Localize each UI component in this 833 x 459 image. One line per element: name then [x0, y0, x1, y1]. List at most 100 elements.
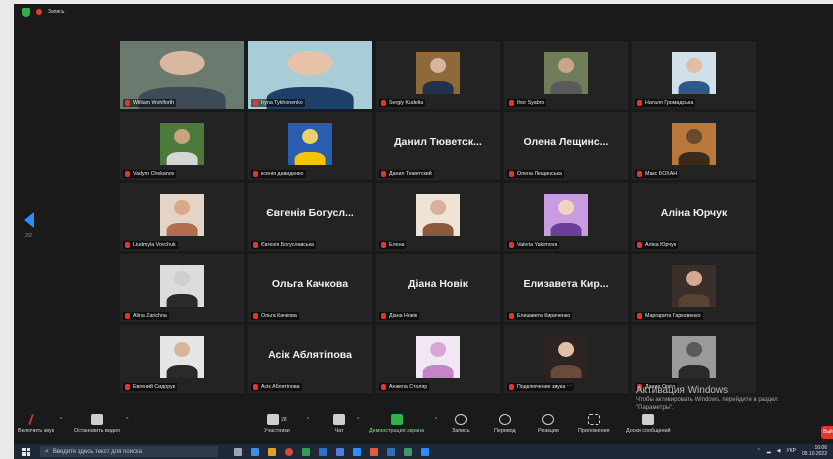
participant-name: Євгенія Богуславська [261, 242, 314, 248]
windows-start-icon[interactable] [22, 447, 30, 456]
participant-tile[interactable]: Ольга Качкова Ольга Качкова [248, 254, 372, 322]
reactions-button[interactable]: Реакции [538, 414, 559, 434]
end-meeting-button[interactable]: Вый [821, 426, 833, 439]
participant-name: Alina Zarichna [133, 313, 167, 319]
tray-chevron-icon[interactable]: ⌃ [757, 448, 761, 454]
participant-name: William Wohlforth [133, 100, 175, 106]
muted-mic-icon [253, 100, 258, 106]
participant-tile[interactable]: Alina Zarichna [120, 254, 244, 322]
participant-tile[interactable]: Данил Орёл [632, 325, 756, 393]
participant-video [160, 123, 204, 165]
participant-name-tag: Ольга Качкова [251, 312, 299, 320]
participant-tile[interactable]: Данил Тюветск... Данил Тюветский [376, 112, 500, 180]
participant-name: Елена [389, 242, 405, 248]
stop-video-label: Остановить видео [74, 428, 120, 434]
smiley-icon [542, 414, 555, 425]
network-icon[interactable]: ▂ [767, 448, 771, 454]
participant-name-tag: Асік Аблятіпова [251, 383, 302, 391]
apps-button[interactable]: Приложения [578, 414, 610, 434]
participant-tile[interactable]: Елизавета Кир... Елизавета Кириченко [504, 254, 628, 322]
taskbar-app-icon[interactable] [251, 447, 259, 456]
muted-mic-icon [381, 100, 386, 106]
participant-name: Анжела Столяр [389, 384, 428, 390]
participant-video [672, 265, 716, 307]
taskbar-app-icon[interactable] [387, 447, 395, 456]
participant-name: Асік Аблятіпова [261, 384, 300, 390]
previous-page-arrow-icon[interactable] [24, 212, 34, 228]
participant-video [160, 336, 204, 378]
participant-tile[interactable]: Маргарита Гарковенко [632, 254, 756, 322]
participant-tile[interactable]: Vadym Chekanov [120, 112, 244, 180]
participant-name-tag: Liudmyla Vovchuk [123, 241, 178, 249]
muted-mic-icon [125, 171, 130, 177]
translate-button[interactable]: Перевод [494, 414, 516, 434]
participant-tile[interactable]: Valeria Yakimova [504, 183, 628, 251]
taskbar-app-icon[interactable] [404, 447, 412, 456]
muted-mic-icon [253, 242, 258, 248]
search-placeholder: Введите здесь текст для поиска [52, 448, 143, 455]
watermark-line: "Параметры". [636, 405, 674, 411]
participant-name: Елизавета Кириченко [517, 313, 571, 319]
participant-tile[interactable]: Евгений Сидорук [120, 325, 244, 393]
unmute-button[interactable]: Включить звук [18, 414, 54, 434]
participant-tile[interactable]: Ihor Syabro [504, 41, 628, 109]
clock[interactable]: 16:06 05.10.2022 [802, 445, 827, 457]
file-explorer-icon[interactable] [268, 447, 276, 456]
audio-options-caret-icon[interactable]: ^ [60, 417, 62, 423]
participant-tile[interactable]: Діана Новік Діана Новік [376, 254, 500, 322]
security-shield-icon[interactable] [22, 7, 30, 17]
muted-mic-icon [637, 100, 642, 106]
zoom-meeting-icon[interactable] [421, 447, 429, 456]
participant-tile[interactable]: Анжела Столяр [376, 325, 500, 393]
participant-tile[interactable]: Аліна Юрчук Аліна Юрчук [632, 183, 756, 251]
stop-video-button[interactable]: Остановить видео [74, 414, 120, 434]
participant-name-tag: ксенія давиденко [251, 170, 306, 178]
volume-icon[interactable]: ◀ [777, 448, 781, 454]
taskbar-search-box[interactable]: ⌕ Введите здесь текст для поиска [40, 446, 218, 457]
participant-display-name: Діана Новік [408, 278, 468, 290]
share-caret-icon[interactable]: ^ [435, 417, 437, 423]
recording-icon [36, 9, 42, 15]
participant-tile[interactable]: Асік Аблятіпова Асік Аблятіпова [248, 325, 372, 393]
language-indicator[interactable]: УКР [787, 448, 796, 454]
video-options-caret-icon[interactable]: ^ [126, 417, 128, 423]
meeting-toolbar: Включить звук ^ Остановить видео ^ 28 Уч… [14, 412, 833, 444]
word-icon[interactable] [319, 447, 327, 456]
participant-tile[interactable]: ксенія давиденко [248, 112, 372, 180]
zoom-icon[interactable] [353, 447, 361, 456]
participants-button[interactable]: 28 Участники [264, 414, 290, 434]
participant-name-tag: Анжела Столяр [379, 383, 430, 391]
taskbar-app-icon[interactable] [302, 447, 310, 456]
task-view-icon[interactable] [234, 447, 242, 456]
video-camera-icon [90, 414, 103, 425]
participant-tile[interactable]: Liudmyla Vovchuk [120, 183, 244, 251]
chat-button[interactable]: Чат [333, 414, 345, 434]
participant-name: Олена Лещинська [517, 171, 562, 177]
whiteboards-button[interactable]: Доски сообщений [626, 414, 670, 434]
participant-tile[interactable]: Подключение звука ⋯ [504, 325, 628, 393]
participant-tile[interactable]: Iryna Tykhonenko [248, 41, 372, 109]
participant-tile[interactable]: Sergiy Kudelia [376, 41, 500, 109]
share-screen-button[interactable]: Демонстрация экрана [369, 414, 424, 434]
participants-caret-icon[interactable]: ^ [307, 417, 309, 423]
system-tray: ⌃ ▂ ◀ УКР 16:06 05.10.2022 [757, 445, 827, 457]
taskbar-app-icon[interactable] [370, 447, 378, 456]
participant-tile[interactable]: Наталя Громадська [632, 41, 756, 109]
record-button[interactable]: Запись [452, 414, 470, 434]
participant-name-tag: Наталя Громадська [635, 99, 696, 107]
chat-caret-icon[interactable]: ^ [357, 417, 359, 423]
participant-video [672, 336, 716, 378]
muted-mic-icon [125, 100, 130, 106]
participant-video [544, 194, 588, 236]
participant-tile[interactable]: William Wohlforth [120, 41, 244, 109]
participant-tile[interactable]: Макс БОХАН [632, 112, 756, 180]
unmute-label: Включить звук [18, 428, 54, 434]
participant-tile[interactable]: Євгенія Богусл... Євгенія Богуславська [248, 183, 372, 251]
participant-tile[interactable]: Олена Лещинс... Олена Лещинська [504, 112, 628, 180]
taskbar-app-icon[interactable] [336, 447, 344, 456]
chrome-icon[interactable] [285, 447, 293, 456]
page-indicator: 2/2 [25, 233, 32, 239]
participant-tile[interactable]: Елена [376, 183, 500, 251]
participant-name-tag: Ihor Syabro [507, 99, 547, 107]
windows-taskbar: ⌕ Введите здесь текст для поиска ⌃ ▂ ◀ У… [14, 444, 833, 459]
